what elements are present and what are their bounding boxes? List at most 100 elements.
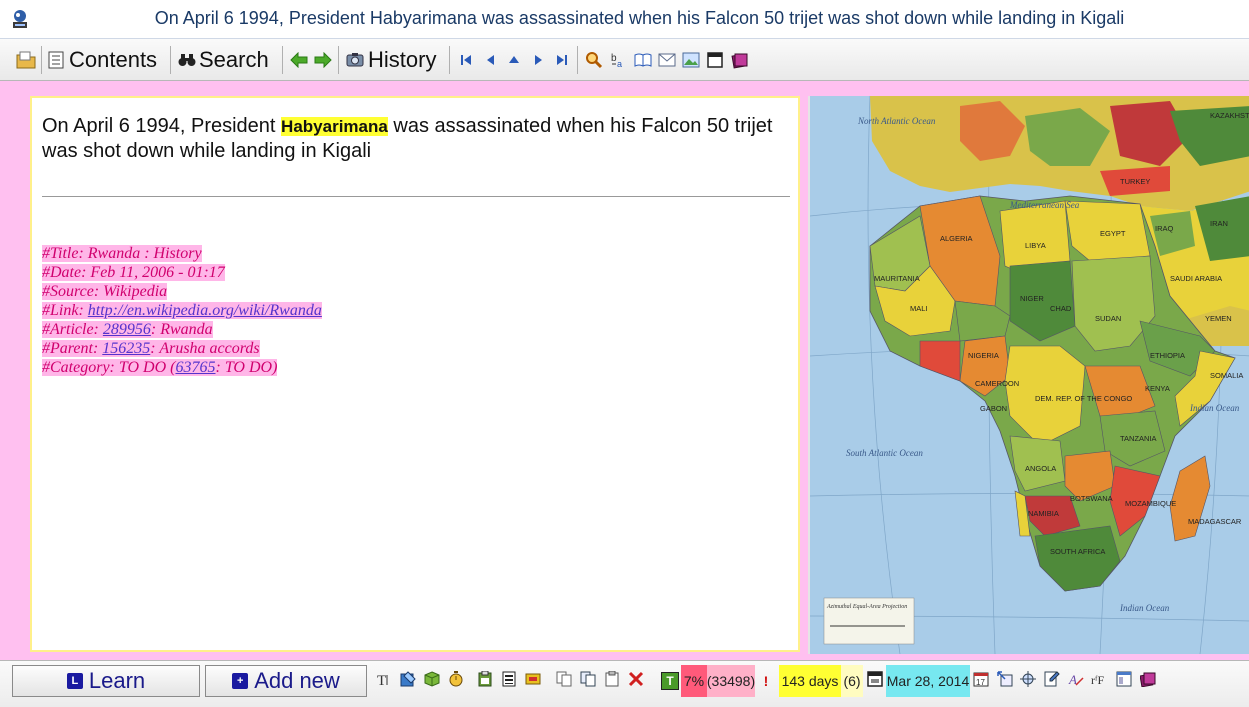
toolbar-separator [41,46,42,74]
search-label: Search [199,46,269,72]
duplicate-icon[interactable] [580,671,596,687]
label-south-atlantic: South Atlantic Ocean [846,448,923,458]
label-congo: DEM. REP. OF THE CONGO [1035,394,1132,403]
replace-button[interactable]: ba [610,39,628,80]
alert-icon[interactable]: ! [760,665,772,697]
replace-text-icon: ba [611,53,622,69]
meta-date: #Date: Feb 11, 2006 - 01:17 [42,264,225,281]
label-north-atlantic: North Atlantic Ocean [857,116,936,126]
mail-button[interactable] [658,39,676,80]
days-count: (6) [841,665,863,697]
label-yemen: YEMEN [1205,314,1232,323]
document-list-icon[interactable] [501,671,517,687]
days-remaining: 143 days [779,665,841,697]
meta-link-url[interactable]: http://en.wikipedia.org/wiki/Rwanda [88,302,322,319]
window-button[interactable] [707,39,723,80]
toolbar-separator [449,46,450,74]
copy-icon[interactable] [556,671,572,687]
label-mozambique: MOZAMBIQUE [1125,499,1176,508]
label-sudan: SUDAN [1095,314,1121,323]
books-icon[interactable] [1140,671,1156,687]
first-icon [461,54,471,65]
next-button[interactable] [531,39,545,80]
label-indian-ocean-south: Indian Ocean [1119,603,1170,613]
last-button[interactable] [555,39,569,80]
africa-political-map: North Atlantic Ocean South Atlantic Ocea… [810,96,1249,654]
meta-category-prefix: #Category: TO DO ( [42,359,176,376]
learn-button[interactable]: L Learn [12,665,200,697]
search-button[interactable]: Search [178,39,269,80]
window-icon [707,51,723,68]
calendar-icon[interactable]: 17 [973,671,989,687]
target-icon[interactable] [1020,671,1036,687]
find-button[interactable] [585,39,603,80]
add-new-label: Add new [254,668,340,693]
cube-icon[interactable] [424,671,440,687]
next-icon [535,54,542,65]
progress-percent: 7% [681,665,707,697]
library-button[interactable] [731,39,749,80]
history-button[interactable]: History [346,39,436,80]
window-arrow-icon[interactable] [997,671,1013,687]
label-namibia: NAMIBIA [1028,509,1059,518]
meta-parent-id-link[interactable]: 156235 [102,340,150,357]
label-kazakhstan: KAZAKHSTAN [1210,111,1249,120]
headline-text-start: On April 6 1994, President [42,115,282,137]
camera-icon [346,53,364,67]
text-style-icon[interactable]: A [1068,671,1084,687]
add-new-button[interactable]: + Add new [205,665,367,697]
font-size-icon[interactable]: rᶠF [1091,671,1111,687]
back-button[interactable] [290,39,308,80]
delete-x-icon[interactable] [628,671,644,687]
add-new-badge-icon: + [232,673,249,689]
flag-icon[interactable] [525,671,541,687]
edit-document-icon[interactable] [1044,671,1060,687]
meta-source: #Source: Wikipedia [42,283,168,300]
label-mali: MALI [910,304,928,313]
text-format-icon[interactable]: T [376,671,392,687]
label-turkey: TURKEY [1120,177,1150,186]
label-ethiopia: ETHIOPIA [1150,351,1185,360]
window-layout-icon[interactable] [1116,671,1132,687]
svg-text:A: A [1068,672,1077,687]
label-somalia: SOMALIA [1210,371,1243,380]
book-button[interactable] [634,39,652,80]
font-size-label: rᶠF [1091,673,1104,687]
clipboard-icon[interactable] [604,671,620,687]
calendar-day: 17 [976,678,985,687]
picture-icon [682,52,700,67]
first-button[interactable] [459,39,473,80]
meta-category-id-link[interactable]: 63765 [175,359,215,376]
forward-button[interactable] [314,39,332,80]
topic-t-icon: T [661,672,679,690]
label-angola: ANGOLA [1025,464,1056,473]
window-icon[interactable] [867,671,883,687]
label-gabon: GABON [980,404,1007,413]
main-toolbar: Contents Search History ba [0,39,1249,81]
topic-indicator[interactable]: T [660,665,680,697]
books-icon [731,52,748,69]
map-image-pane[interactable]: North Atlantic Ocean South Atlantic Ocea… [808,96,1249,654]
contents-button[interactable]: Contents [48,39,157,80]
stopwatch-icon[interactable] [448,671,464,687]
clipboard-paste-icon[interactable] [477,671,493,687]
open-folder-icon [16,51,36,68]
open-book-icon [634,53,652,67]
gallery-button[interactable] [682,39,700,80]
previous-button[interactable] [484,39,498,80]
article-pane[interactable]: On April 6 1994, President Habyarimana w… [30,96,800,652]
meta-parent-prefix: #Parent: [42,340,103,357]
up-button[interactable] [507,39,521,80]
meta-article-prefix: #Article: [42,321,103,338]
window-title: On April 6 1994, President Habyarimana w… [154,8,1125,28]
meta-category-suffix: : TO DO) [215,359,278,376]
label-niger: NIGER [1020,294,1044,303]
label-libya: LIBYA [1025,241,1046,250]
app-icon[interactable] [9,8,31,30]
meta-article-id-link[interactable]: 289956 [103,321,151,338]
label-madagascar: MADAGASCAR [1188,517,1242,526]
magnifier-icon [586,51,603,68]
edit-book-icon[interactable] [400,671,416,687]
open-folder-button[interactable] [16,39,36,80]
contents-icon [48,51,64,68]
